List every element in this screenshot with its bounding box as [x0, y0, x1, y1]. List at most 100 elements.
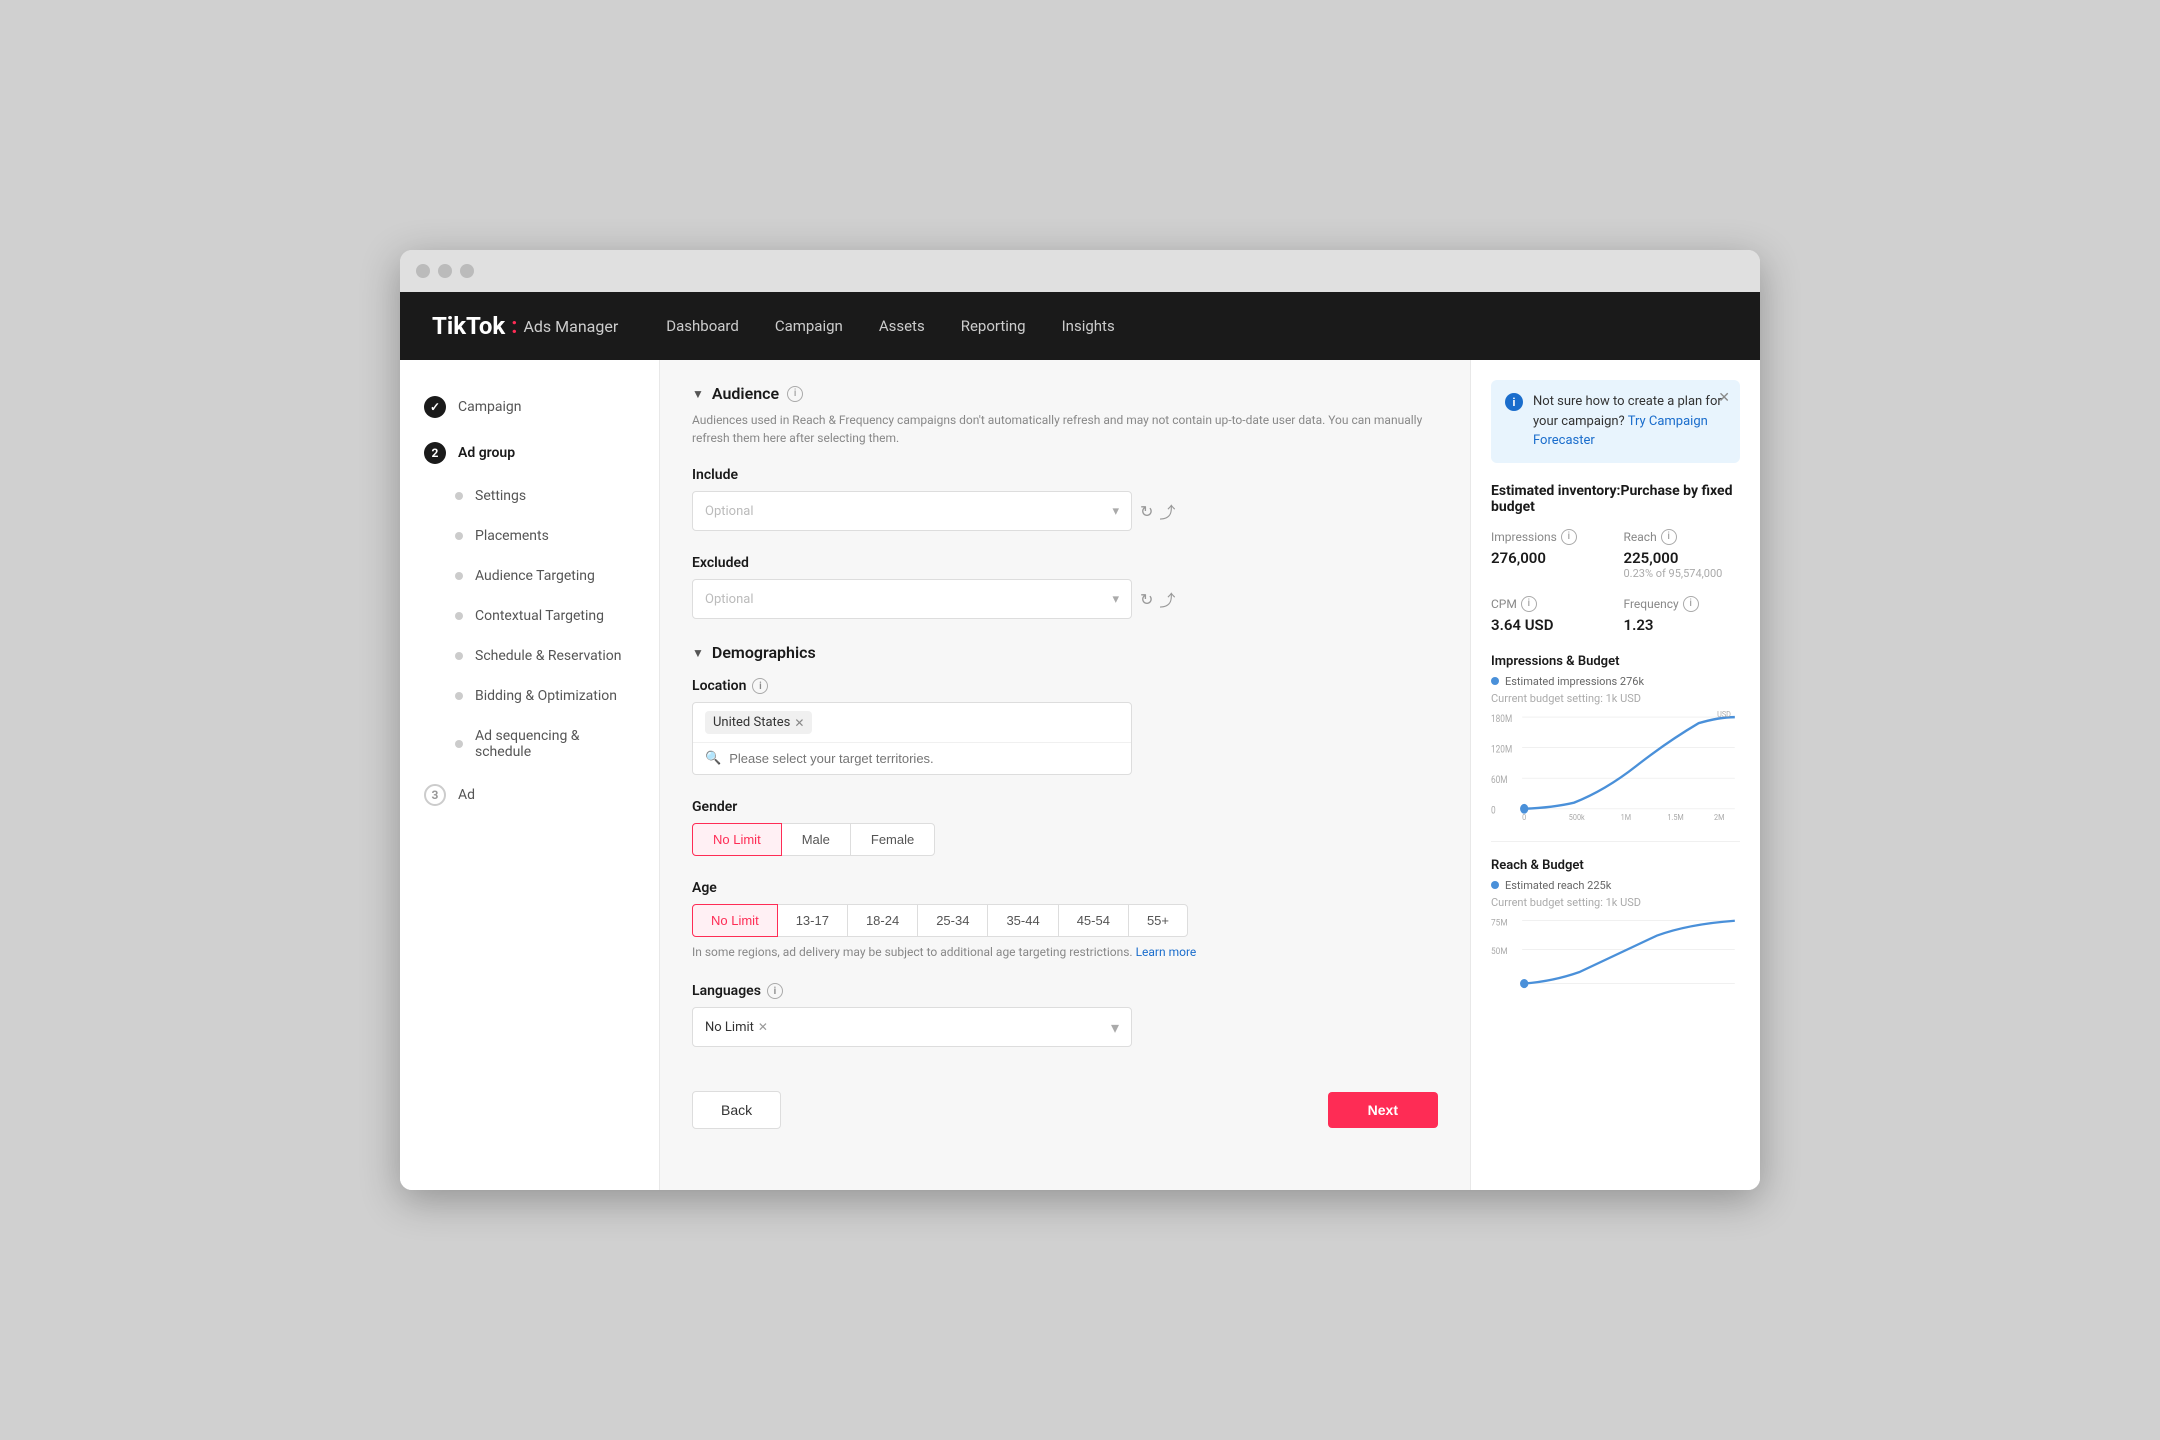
location-search-icon: 🔍 [705, 751, 721, 766]
browser-dot-yellow [438, 264, 452, 278]
metrics-grid: Impressions i 276,000 Reach i 225,000 0.… [1491, 529, 1740, 634]
age-no-limit[interactable]: No Limit [692, 904, 778, 937]
language-tag-remove[interactable]: ✕ [758, 1020, 768, 1034]
metric-cpm: CPM i 3.64 USD [1491, 596, 1608, 634]
impressions-budget-sub: Current budget setting: 1k USD [1491, 692, 1740, 705]
location-tag-remove[interactable]: ✕ [794, 716, 804, 730]
age-note-link[interactable]: Learn more [1136, 945, 1197, 959]
impressions-budget-title: Impressions & Budget [1491, 654, 1740, 669]
languages-select[interactable]: No Limit ✕ ▾ [692, 1007, 1132, 1047]
language-tag-label: No Limit [705, 1020, 754, 1035]
sidebar-item-ad[interactable]: 3 Ad [400, 772, 659, 818]
metric-reach-value: 225,000 [1624, 549, 1741, 567]
sidebar-item-bidding-optimization[interactable]: Bidding & Optimization [400, 676, 659, 716]
impressions-info-icon[interactable]: i [1561, 529, 1577, 545]
location-search-input[interactable] [729, 751, 1119, 766]
demographics-chevron-icon[interactable]: ▼ [692, 646, 704, 660]
audience-chevron-icon[interactable]: ▼ [692, 387, 704, 401]
svg-text:75M: 75M [1491, 917, 1508, 927]
sidebar: ✓ Campaign 2 Ad group Settings Placement… [400, 360, 660, 1190]
demographics-section-header: ▼ Demographics [692, 643, 1438, 662]
sidebar-label-ad-sequencing: Ad sequencing & schedule [475, 728, 635, 760]
include-select-row: Optional ▾ ↻ ⤴ [692, 491, 1438, 531]
age-55-plus[interactable]: 55+ [1128, 904, 1188, 937]
metric-impressions: Impressions i 276,000 [1491, 529, 1608, 580]
svg-text:1.5M: 1.5M [1667, 812, 1683, 821]
age-btn-group: No Limit 13-17 18-24 25-34 35-44 45-54 5… [692, 904, 1438, 937]
browser-dot-green [460, 264, 474, 278]
language-tag: No Limit ✕ [705, 1020, 768, 1035]
age-13-17[interactable]: 13-17 [777, 904, 848, 937]
languages-info-icon[interactable]: i [767, 983, 783, 999]
age-25-34[interactable]: 25-34 [917, 904, 988, 937]
location-info-icon[interactable]: i [752, 678, 768, 694]
metric-impressions-value: 276,000 [1491, 549, 1608, 567]
age-group: Age No Limit 13-17 18-24 25-34 35-44 45-… [692, 880, 1438, 959]
sidebar-label-schedule-reservation: Schedule & Reservation [475, 648, 621, 664]
sidebar-item-adgroup[interactable]: 2 Ad group [400, 430, 659, 476]
sidebar-item-campaign[interactable]: ✓ Campaign [400, 384, 659, 430]
nav-insights[interactable]: Insights [1062, 317, 1115, 335]
sidebar-item-placements[interactable]: Placements [400, 516, 659, 556]
location-label: Location i [692, 678, 1438, 694]
nav-reporting[interactable]: Reporting [961, 317, 1026, 335]
sidebar-item-audience-targeting[interactable]: Audience Targeting [400, 556, 659, 596]
svg-text:2M: 2M [1714, 812, 1724, 821]
content-footer: Back Next [692, 1071, 1438, 1149]
sidebar-label-placements: Placements [475, 528, 549, 544]
svg-text:0: 0 [1491, 806, 1496, 817]
step-icon-ad: 3 [424, 784, 446, 806]
metric-impressions-label: Impressions i [1491, 529, 1608, 545]
age-35-44[interactable]: 35-44 [987, 904, 1058, 937]
sidebar-dot-settings [455, 492, 463, 500]
excluded-label: Excluded [692, 555, 1438, 571]
gender-female[interactable]: Female [850, 823, 935, 856]
excluded-group: Excluded Optional ▾ ↻ ⤴ [692, 555, 1438, 619]
nav-campaign[interactable]: Campaign [775, 317, 843, 335]
reach-info-icon[interactable]: i [1661, 529, 1677, 545]
impressions-legend-dot [1491, 677, 1499, 685]
back-button[interactable]: Back [692, 1091, 781, 1129]
include-placeholder: Optional [705, 504, 753, 519]
audience-section-title: Audience [712, 384, 779, 403]
include-group: Include Optional ▾ ↻ ⤴ [692, 467, 1438, 531]
next-button[interactable]: Next [1328, 1092, 1438, 1128]
frequency-info-icon[interactable]: i [1683, 596, 1699, 612]
cpm-info-icon[interactable]: i [1521, 596, 1537, 612]
impressions-chart: 180M 120M 60M 0 0 500k 1M 1.5M 2M USD [1491, 711, 1740, 821]
location-group: Location i United States ✕ 🔍 [692, 678, 1438, 775]
sidebar-dot-schedule-reservation [455, 652, 463, 660]
age-note: In some regions, ad delivery may be subj… [692, 945, 1438, 959]
excluded-refresh-icon[interactable]: ↻ [1140, 590, 1153, 609]
info-banner-close-icon[interactable]: ✕ [1718, 390, 1730, 406]
audience-info-icon[interactable]: i [787, 386, 803, 402]
info-banner-text: Not sure how to create a plan for your c… [1533, 392, 1726, 451]
sidebar-item-settings[interactable]: Settings [400, 476, 659, 516]
topnav-links: Dashboard Campaign Assets Reporting Insi… [666, 317, 1114, 335]
svg-text:180M: 180M [1491, 714, 1512, 725]
svg-text:500k: 500k [1569, 812, 1586, 821]
include-export-icon[interactable]: ⤴ [1159, 499, 1175, 523]
include-select[interactable]: Optional ▾ [692, 491, 1132, 531]
sidebar-item-contextual-targeting[interactable]: Contextual Targeting [400, 596, 659, 636]
nav-dashboard[interactable]: Dashboard [666, 317, 739, 335]
include-refresh-icon[interactable]: ↻ [1140, 502, 1153, 521]
excluded-export-icon[interactable]: ⤴ [1159, 587, 1175, 611]
browser-chrome [400, 250, 1760, 292]
gender-no-limit[interactable]: No Limit [692, 823, 782, 856]
gender-male[interactable]: Male [781, 823, 851, 856]
age-45-54[interactable]: 45-54 [1058, 904, 1129, 937]
audience-section-header: ▼ Audience i [692, 384, 1438, 403]
age-18-24[interactable]: 18-24 [847, 904, 918, 937]
sidebar-item-schedule-reservation[interactable]: Schedule & Reservation [400, 636, 659, 676]
metric-frequency: Frequency i 1.23 [1624, 596, 1741, 634]
sidebar-dot-placements [455, 532, 463, 540]
gender-label: Gender [692, 799, 1438, 815]
excluded-select[interactable]: Optional ▾ [692, 579, 1132, 619]
nav-assets[interactable]: Assets [879, 317, 925, 335]
reach-chart-svg: 75M 50M [1491, 915, 1740, 995]
include-chevron-icon: ▾ [1112, 504, 1119, 519]
sidebar-item-ad-sequencing[interactable]: Ad sequencing & schedule [400, 716, 659, 772]
right-panel: i Not sure how to create a plan for your… [1470, 360, 1760, 1190]
main-layout: ✓ Campaign 2 Ad group Settings Placement… [400, 360, 1760, 1190]
